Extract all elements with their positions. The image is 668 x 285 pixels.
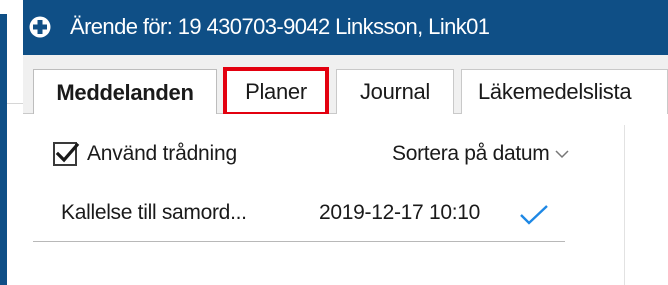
tab-planer[interactable]: Planer: [223, 67, 329, 116]
window-title-bar: Ärende för: 19 430703-9042 Linksson, Lin…: [23, 0, 668, 55]
message-date: 2019-12-17 10:10: [319, 201, 481, 224]
message-subject: Kallelse till samord...: [61, 201, 247, 224]
message-list-item[interactable]: Kallelse till samord... 2019-12-17 10:10: [33, 195, 565, 242]
sort-dropdown-label: Sortera på datum: [392, 142, 550, 165]
tab-journal-label: Journal: [359, 79, 431, 104]
left-pane-divider: [7, 103, 23, 104]
tab-journal[interactable]: Journal: [336, 69, 454, 114]
tab-planer-label: Planer: [245, 78, 307, 104]
threading-checkbox-label: Använd trådning: [87, 142, 237, 165]
chevron-down-icon: [555, 150, 569, 159]
threading-checkbox[interactable]: Använd trådning: [53, 139, 237, 169]
checkmark-icon: [519, 203, 549, 232]
tab-meddelanden-label: Meddelanden: [56, 79, 194, 105]
threading-checkbox-box[interactable]: [53, 142, 80, 166]
left-pane: [7, 55, 23, 285]
checkmark-icon: [55, 142, 80, 163]
plus-circle-icon: [29, 16, 51, 38]
left-edge-gap: [0, 0, 7, 14]
tab-lakemedelslista[interactable]: Läkemedelslista: [461, 69, 668, 114]
window-title: Ärende för: 19 430703-9042 Linksson, Lin…: [70, 14, 490, 39]
sort-dropdown[interactable]: Sortera på datum: [392, 139, 569, 169]
panel-divider: [624, 125, 625, 285]
tab-lakemedelslista-label: Läkemedelslista: [478, 79, 632, 104]
tab-meddelanden[interactable]: Meddelanden: [33, 69, 217, 115]
left-edge-strip: [0, 0, 7, 285]
